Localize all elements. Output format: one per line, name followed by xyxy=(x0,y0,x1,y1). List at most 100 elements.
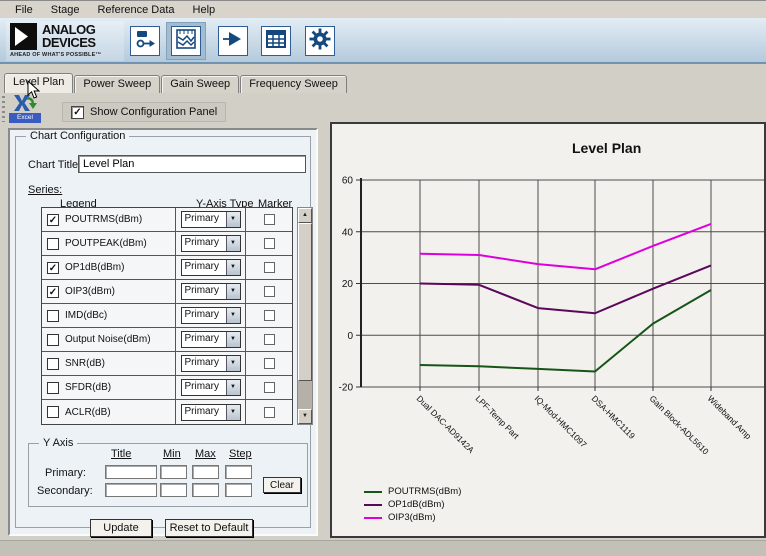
y-axis-type-dropdown[interactable]: Primary▼ xyxy=(181,355,241,372)
show-configuration-panel-checkbox[interactable]: ✓ xyxy=(71,106,84,119)
chart-title-input[interactable] xyxy=(78,155,306,173)
clear-button[interactable]: Clear xyxy=(263,477,301,493)
y-axis-type-dropdown[interactable]: Primary▼ xyxy=(181,331,241,348)
secondary-max-field[interactable] xyxy=(192,483,219,497)
y-axis-type-value: Primary xyxy=(182,236,226,251)
secondary-min-field[interactable] xyxy=(160,483,187,497)
series-row-snr-db: SNR(dB)Primary▼ xyxy=(42,352,292,376)
primary-step-field[interactable] xyxy=(225,465,252,479)
series-visible-checkbox[interactable]: ✓ xyxy=(47,214,59,226)
chevron-down-icon[interactable]: ▼ xyxy=(226,308,240,323)
series-row-op1db-dbm: ✓ OP1dB(dBm) Primary▼ xyxy=(42,256,292,280)
analog-devices-logo: ANALOG DEVICES AHEAD OF WHAT'S POSSIBLE™ xyxy=(6,21,124,61)
series-visible-checkbox[interactable] xyxy=(47,358,59,370)
marker-checkbox[interactable] xyxy=(264,382,275,393)
svg-text:LPF-Temp Part: LPF-Temp Part xyxy=(474,393,522,441)
chart-title: Level Plan xyxy=(572,140,766,156)
chevron-down-icon[interactable]: ▼ xyxy=(226,356,240,371)
secondary-step-field[interactable] xyxy=(225,483,252,497)
menu-item-reference-data[interactable]: Reference Data xyxy=(88,3,183,17)
series-label: OIP3(dBm) xyxy=(65,286,115,297)
chevron-down-icon[interactable]: ▼ xyxy=(226,332,240,347)
y-axis-col-title: Title xyxy=(111,448,131,460)
series-row-imd-dbc: IMD(dBc)Primary▼ xyxy=(42,304,292,328)
marker-checkbox[interactable] xyxy=(264,262,275,273)
menu-bar: FileStageReference DataHelp xyxy=(0,0,766,18)
chevron-down-icon[interactable]: ▼ xyxy=(226,284,240,299)
tab-power-sweep[interactable]: Power Sweep xyxy=(74,75,160,93)
series-visible-checkbox[interactable] xyxy=(47,238,59,250)
svg-text:20: 20 xyxy=(342,279,354,290)
secondary-axis-label: Secondary: xyxy=(37,485,93,497)
reset-to-default-button[interactable]: Reset to Default xyxy=(165,519,253,537)
y-axis-type-dropdown[interactable]: Primary▼ xyxy=(181,404,241,421)
chevron-down-icon[interactable]: ▼ xyxy=(226,260,240,275)
toolbar-grip-handle[interactable] xyxy=(2,96,5,122)
legend-swatch xyxy=(364,517,382,519)
marker-checkbox[interactable] xyxy=(264,334,275,345)
menu-item-stage[interactable]: Stage xyxy=(42,3,89,17)
primary-title-field[interactable] xyxy=(105,465,157,479)
legend-swatch xyxy=(364,504,382,506)
scrollbar-thumb[interactable] xyxy=(298,223,312,381)
show-configuration-panel-toggle[interactable]: ✓ Show Configuration Panel xyxy=(62,102,226,122)
secondary-title-field[interactable] xyxy=(105,483,157,497)
menu-item-file[interactable]: File xyxy=(6,3,42,17)
menu-item-help[interactable]: Help xyxy=(184,3,225,17)
legend-label: POUTRMS(dBm) xyxy=(388,486,461,497)
data-table-button[interactable] xyxy=(261,26,291,56)
y-axis-type-dropdown[interactable]: Primary▼ xyxy=(181,211,241,228)
svg-text:IQ-Mod-HMC1097: IQ-Mod-HMC1097 xyxy=(533,393,589,449)
y-axis-col-max: Max xyxy=(195,448,216,460)
chevron-down-icon[interactable]: ▼ xyxy=(226,380,240,395)
series-visible-checkbox[interactable] xyxy=(47,406,59,418)
chart-view-button[interactable] xyxy=(171,26,201,56)
series-visible-checkbox[interactable] xyxy=(47,310,59,322)
gear-icon xyxy=(308,27,332,56)
series-visible-checkbox[interactable]: ✓ xyxy=(47,262,59,274)
settings-button[interactable] xyxy=(305,26,335,56)
marker-checkbox[interactable] xyxy=(264,286,275,297)
series-row-sfdr-db: SFDR(dB)Primary▼ xyxy=(42,376,292,400)
marker-checkbox[interactable] xyxy=(264,310,275,321)
y-axis-type-dropdown[interactable]: Primary▼ xyxy=(181,307,241,324)
marker-checkbox[interactable] xyxy=(264,407,275,418)
y-axis-type-dropdown[interactable]: Primary▼ xyxy=(181,379,241,396)
y-axis-type-dropdown[interactable]: Primary▼ xyxy=(181,283,241,300)
scroll-down-button[interactable]: ▼ xyxy=(298,409,312,424)
y-axis-type-dropdown[interactable]: Primary▼ xyxy=(181,259,241,276)
primary-max-field[interactable] xyxy=(192,465,219,479)
y-axis-type-value: Primary xyxy=(182,405,226,420)
tab-gain-sweep[interactable]: Gain Sweep xyxy=(161,75,239,93)
series-visible-checkbox[interactable]: ✓ xyxy=(47,286,59,298)
status-strip xyxy=(0,540,766,556)
series-visible-checkbox[interactable] xyxy=(47,334,59,346)
chart-panel: Level Plan 6040200-20Dual DAC-AD9142ALPF… xyxy=(330,122,766,538)
scroll-up-button[interactable]: ▲ xyxy=(298,208,312,223)
svg-text:0: 0 xyxy=(347,331,353,342)
series-scrollbar[interactable]: ▲ ▼ xyxy=(297,207,313,425)
tab-frequency-sweep[interactable]: Frequency Sweep xyxy=(240,75,347,93)
excel-button-label: Excel xyxy=(9,113,41,123)
marker-checkbox[interactable] xyxy=(264,214,275,225)
y-axis-type-dropdown[interactable]: Primary▼ xyxy=(181,235,241,252)
chevron-down-icon[interactable]: ▼ xyxy=(226,212,240,227)
chevron-down-icon[interactable]: ▼ xyxy=(226,236,240,251)
update-button[interactable]: Update xyxy=(90,519,152,537)
series-label: POUTPEAK(dBm) xyxy=(65,238,147,249)
flowchart-icon xyxy=(133,27,157,56)
run-analysis-button[interactable] xyxy=(218,26,248,56)
series-row-aclr-db: ACLR(dB) Primary▼ xyxy=(42,400,292,424)
chart-title-label: Chart Title: xyxy=(28,159,81,171)
series-label: OP1dB(dBm) xyxy=(65,262,124,273)
marker-checkbox[interactable] xyxy=(264,358,275,369)
y-axis-type-value: Primary xyxy=(182,260,226,275)
chart-legend: POUTRMS(dBm)OP1dB(dBm)OIP3(dBm) xyxy=(364,485,461,524)
stage-flow-button[interactable] xyxy=(130,26,160,56)
marker-checkbox[interactable] xyxy=(264,238,275,249)
series-label: ACLR(dB) xyxy=(65,407,111,418)
chevron-down-icon[interactable]: ▼ xyxy=(226,405,240,420)
series-visible-checkbox[interactable] xyxy=(47,382,59,394)
primary-min-field[interactable] xyxy=(160,465,187,479)
series-row-output-noise-dbm: Output Noise(dBm)Primary▼ xyxy=(42,328,292,352)
